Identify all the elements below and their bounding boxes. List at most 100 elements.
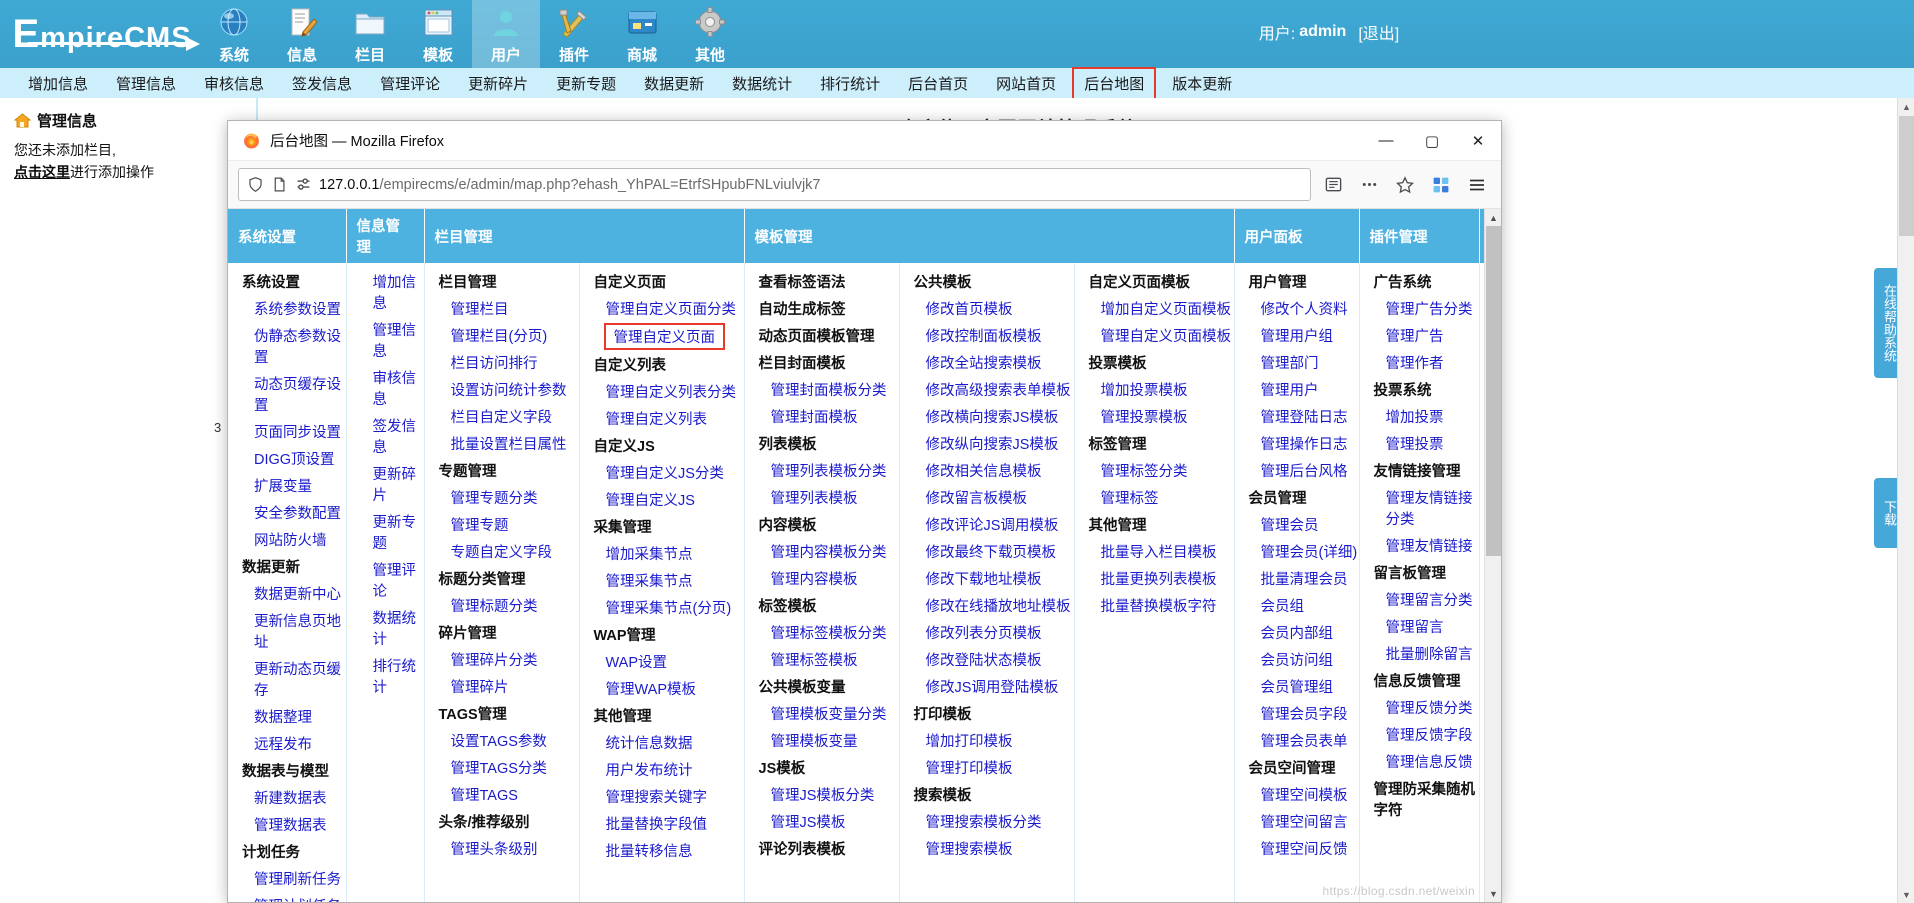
logout-link[interactable]: [退出] <box>1358 20 1399 44</box>
map-link[interactable]: 管理标签分类 <box>1075 457 1234 484</box>
app-scrollbar[interactable]: ▲ ▼ <box>1897 98 1914 903</box>
scroll-down-arrow[interactable]: ▼ <box>1898 886 1914 903</box>
map-link[interactable]: 管理打印模板 <box>900 754 1074 781</box>
map-link[interactable]: 修改留言板模板 <box>900 484 1074 511</box>
subnav-item-1[interactable]: 增加信息 <box>14 70 102 97</box>
subnav-item-5[interactable]: 管理评论 <box>366 70 454 97</box>
map-link[interactable]: 管理采集节点(分页) <box>580 594 744 621</box>
map-link[interactable]: 管理留言 <box>1360 613 1479 640</box>
map-link[interactable]: 网站防火墙 <box>228 526 346 553</box>
map-link[interactable]: 审核信息 <box>347 364 424 412</box>
map-link[interactable]: 扩展变量 <box>228 472 346 499</box>
map-link[interactable]: 伪静态参数设置 <box>228 322 346 370</box>
map-link[interactable]: 管理计划任务 <box>228 892 346 902</box>
map-link[interactable]: 管理搜索模板分类 <box>900 808 1074 835</box>
map-link[interactable]: 管理列表模板分类 <box>745 457 899 484</box>
map-link[interactable]: 会员内部组 <box>1235 619 1359 646</box>
map-link[interactable]: 管理广告分类 <box>1360 295 1479 322</box>
subnav-item-11[interactable]: 后台首页 <box>894 70 982 97</box>
map-link[interactable]: 页面同步设置 <box>228 418 346 445</box>
map-link[interactable]: 管理标题分类 <box>425 592 579 619</box>
nav-item-2[interactable]: 信息 <box>268 0 336 68</box>
map-link[interactable]: 管理栏目(分页) <box>425 322 579 349</box>
map-link[interactable]: 管理反馈字段 <box>1360 721 1479 748</box>
map-link[interactable]: 管理自定义列表 <box>580 405 744 432</box>
map-link[interactable]: 修改在线播放地址模板 <box>900 592 1074 619</box>
map-link[interactable]: 管理自定义列表分类 <box>580 378 744 405</box>
map-link[interactable]: 管理JS模板分类 <box>745 781 899 808</box>
map-link[interactable]: 修改个人资料 <box>1235 295 1359 322</box>
map-link-highlighted[interactable]: 管理自定义页面 <box>604 323 726 350</box>
subnav-item-14[interactable]: 版本更新 <box>1158 70 1246 97</box>
map-link[interactable]: 批量导入栏目模板 <box>1075 538 1234 565</box>
map-link[interactable]: 管理模板变量 <box>745 727 899 754</box>
page-scrollbar-thumb[interactable] <box>1486 226 1501 556</box>
map-link[interactable]: 批量替换模板字符 <box>1075 592 1234 619</box>
map-link[interactable]: 管理用户组 <box>1235 322 1359 349</box>
map-link[interactable]: 批量删除留言 <box>1360 640 1479 667</box>
map-link[interactable]: 管理操作日志 <box>1235 430 1359 457</box>
map-link[interactable]: 管理标签模板分类 <box>745 619 899 646</box>
url-bar[interactable]: 127.0.0.1/empirecms/e/admin/map.php?ehas… <box>238 168 1311 201</box>
map-link[interactable]: 专题自定义字段 <box>425 538 579 565</box>
nav-item-1[interactable]: 系统 <box>200 0 268 68</box>
map-link[interactable]: 更新碎片 <box>347 460 424 508</box>
map-link[interactable]: 管理会员字段 <box>1235 700 1359 727</box>
map-link[interactable]: 管理后台风格 <box>1235 457 1359 484</box>
map-link[interactable]: DIGG顶设置 <box>228 445 346 472</box>
map-link[interactable]: 管理数据表 <box>228 811 346 838</box>
app-scrollbar-thumb[interactable] <box>1899 116 1914 236</box>
subnav-item-9[interactable]: 数据统计 <box>718 70 806 97</box>
map-link[interactable]: 管理列表模板 <box>745 484 899 511</box>
subnav-item-3[interactable]: 审核信息 <box>190 70 278 97</box>
map-link[interactable]: 管理信息反馈 <box>1360 748 1479 775</box>
scroll-up-arrow[interactable]: ▲ <box>1898 98 1914 115</box>
subnav-item-7[interactable]: 更新专题 <box>542 70 630 97</box>
map-link[interactable]: 修改首页模板 <box>900 295 1074 322</box>
map-link[interactable]: 更新专题 <box>347 508 424 556</box>
map-link[interactable]: 增加投票 <box>1360 403 1479 430</box>
map-link[interactable]: 管理专题 <box>425 511 579 538</box>
map-link[interactable]: 修改高级搜索表单模板 <box>900 376 1074 403</box>
map-link[interactable]: 管理刷新任务 <box>228 865 346 892</box>
map-link[interactable]: 管理用户 <box>1235 376 1359 403</box>
page-scrollbar[interactable]: ▲ ▼ <box>1484 209 1501 902</box>
map-link[interactable]: 管理标签模板 <box>745 646 899 673</box>
page-icon[interactable] <box>271 176 288 193</box>
map-link[interactable]: 数据统计 <box>347 604 424 652</box>
map-link[interactable]: 批量转移信息 <box>580 837 744 864</box>
map-link[interactable]: WAP设置 <box>580 648 744 675</box>
map-link[interactable]: 签发信息 <box>347 412 424 460</box>
subnav-item-2[interactable]: 管理信息 <box>102 70 190 97</box>
map-link[interactable]: 管理投票 <box>1360 430 1479 457</box>
map-link[interactable]: 修改最终下载页模板 <box>900 538 1074 565</box>
map-link[interactable]: 管理会员 <box>1235 511 1359 538</box>
maximize-button[interactable]: ▢ <box>1409 121 1455 160</box>
shield-icon[interactable] <box>247 176 264 193</box>
map-link[interactable]: 修改相关信息模板 <box>900 457 1074 484</box>
map-link[interactable]: 增加信息 <box>347 268 424 316</box>
map-link[interactable]: 批量替换字段值 <box>580 810 744 837</box>
nav-item-4[interactable]: 模板 <box>404 0 472 68</box>
permissions-icon[interactable] <box>295 176 312 193</box>
map-link[interactable]: 管理友情链接 <box>1360 532 1479 559</box>
map-link[interactable]: 管理内容模板 <box>745 565 899 592</box>
map-link[interactable]: 管理搜索模板 <box>900 835 1074 862</box>
map-link[interactable]: 动态页缓存设置 <box>228 370 346 418</box>
map-link[interactable]: 更新动态页缓存 <box>228 655 346 703</box>
close-button[interactable]: ✕ <box>1455 121 1501 160</box>
map-link[interactable]: 管理TAGS分类 <box>425 754 579 781</box>
map-link[interactable]: 管理部门 <box>1235 349 1359 376</box>
bookmark-star-icon[interactable] <box>1391 171 1419 199</box>
map-link[interactable]: 修改控制面板模板 <box>900 322 1074 349</box>
map-link[interactable]: 管理专题分类 <box>425 484 579 511</box>
sidebar-add-link[interactable]: 点击这里 <box>14 164 70 180</box>
map-link[interactable]: 管理TAGS <box>425 781 579 808</box>
map-link[interactable]: 栏目访问排行 <box>425 349 579 376</box>
map-link[interactable]: 管理自定义JS <box>580 486 744 513</box>
minimize-button[interactable]: — <box>1363 121 1409 160</box>
map-link[interactable]: 管理投票模板 <box>1075 403 1234 430</box>
subnav-item-6[interactable]: 更新碎片 <box>454 70 542 97</box>
map-link[interactable]: 会员组 <box>1235 592 1359 619</box>
map-link[interactable]: 修改登陆状态模板 <box>900 646 1074 673</box>
